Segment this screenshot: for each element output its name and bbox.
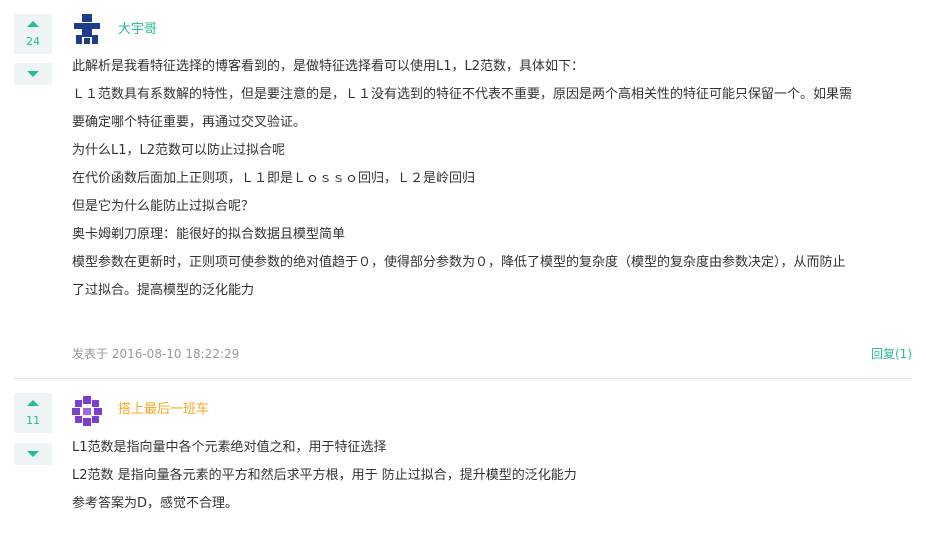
comment-item: 24 大宇哥 此解析是我看特征选择的博客看到的，是做特征选择看可以使用L1，L2…: [0, 0, 926, 378]
comment-text-line: L2范数 是指向量各元素的平方和然后求平方根，用于 防止过拟合，提升模型的泛化能…: [72, 468, 577, 483]
comment-text-line: 了过拟合。提高模型的泛化能力: [72, 283, 255, 298]
cross-pixel-avatar-icon[interactable]: [72, 14, 102, 44]
comment-text-line: Ｌ１范数具有系数解的特性，但是要注意的是，Ｌ１没有选到的特征不代表不重要，原因是…: [72, 87, 853, 102]
vote-count: 11: [26, 414, 40, 427]
downvote-arrow-icon: [27, 71, 39, 77]
comment-text-line: 但是它为什么能防止过拟合呢？: [72, 199, 255, 214]
upvote-button[interactable]: 24: [14, 14, 52, 54]
upvote-arrow-icon: [27, 21, 39, 27]
comment-text-line: 要确定哪个特征重要，再通过交叉验证。: [72, 115, 307, 130]
downvote-button[interactable]: [14, 63, 52, 85]
vote-count: 24: [26, 35, 40, 48]
comment-text-line: L1范数是指向量中各个元素绝对值之和，用于特征选择: [72, 440, 387, 455]
comment-text-line: 模型参数在更新时，正则项可使参数的绝对值趋于０，使得部分参数为０，降低了模型的复…: [72, 255, 846, 270]
upvote-button[interactable]: 11: [14, 393, 52, 433]
comment-text-line: 奥卡姆剃刀原理：能很好的拟合数据且模型简单: [72, 227, 346, 242]
reply-link[interactable]: 回复(1): [871, 345, 912, 362]
downvote-button[interactable]: [14, 443, 52, 465]
upvote-arrow-icon: [27, 400, 39, 406]
comment-item: 11 搭上最后一班车 L1范数是指向量中各个元素绝对值之和，用于特征选择 L2范…: [0, 379, 926, 533]
username-link[interactable]: 搭上最后一班车: [118, 401, 209, 419]
post-timestamp: 发表于 2016-08-10 18:22:29: [72, 347, 240, 361]
purple-pixel-avatar-icon[interactable]: [72, 396, 102, 426]
comment-text-line: 参考答案为D，感觉不合理。: [72, 496, 239, 511]
username-link[interactable]: 大宇哥: [118, 21, 157, 39]
comment-text-line: 此解析是我看特征选择的博客看到的，是做特征选择看可以使用L1，L2范数，具体如下…: [72, 59, 585, 74]
comment-text-line: 为什么L1，L2范数可以防止过拟合呢: [72, 143, 286, 158]
downvote-arrow-icon: [27, 451, 39, 457]
comment-text-line: 在代价函数后面加上正则项，Ｌ１即是Ｌｏｓｓｏ回归，Ｌ２是岭回归: [72, 171, 476, 186]
